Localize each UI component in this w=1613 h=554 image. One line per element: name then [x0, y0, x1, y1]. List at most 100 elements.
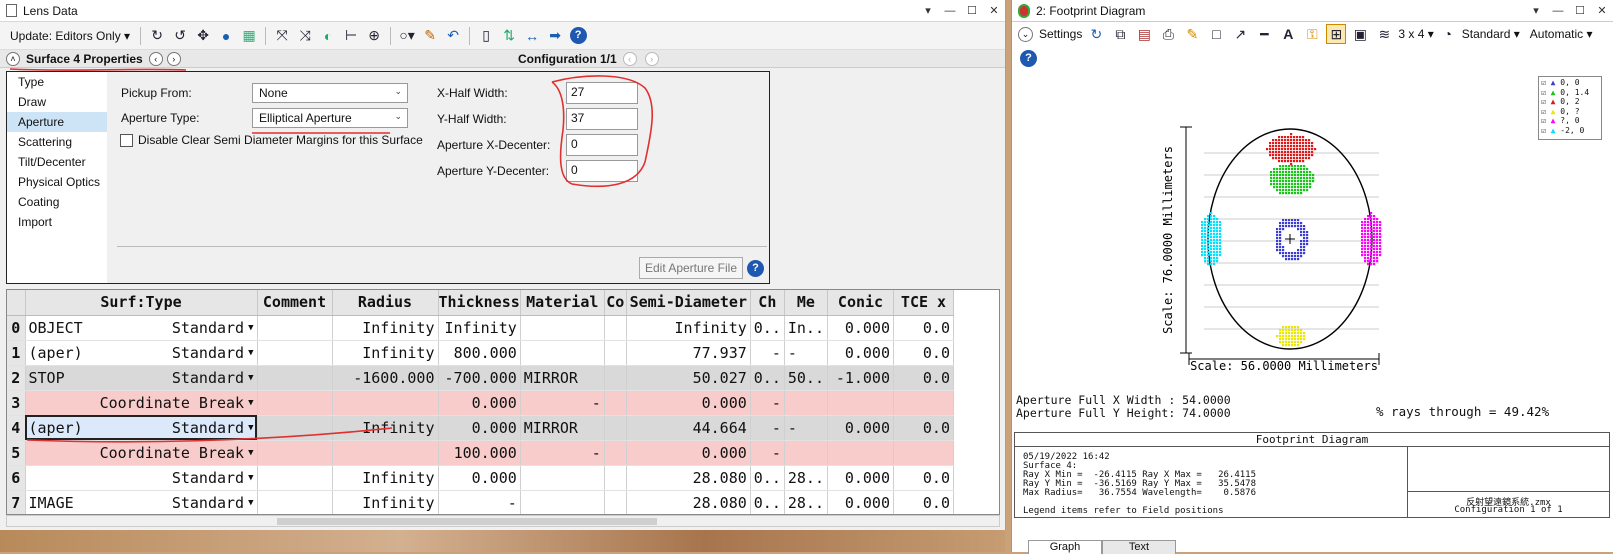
thickness-cell[interactable]: -: [438, 490, 521, 514]
column-header[interactable]: Thickness: [438, 290, 521, 316]
help-icon[interactable]: ?: [1020, 49, 1037, 67]
column-header[interactable]: Material: [520, 290, 605, 316]
pickup-select[interactable]: None ⌄: [252, 83, 408, 103]
co-cell[interactable]: [604, 465, 627, 491]
category-aperture[interactable]: Aperture: [7, 112, 107, 132]
disable-margins-checkbox[interactable]: [120, 134, 133, 147]
table-row[interactable]: 3 Coordinate Break ▼ 0.000-0.000-: [7, 390, 954, 416]
conic-cell[interactable]: 0.000: [827, 315, 894, 341]
tilt-icon[interactable]: ⤧: [272, 26, 292, 46]
column-header[interactable]: TCE x: [893, 290, 954, 316]
map-icon[interactable]: ▦: [239, 26, 259, 46]
material-cell[interactable]: [520, 315, 605, 341]
thickness-cell[interactable]: 0.000: [438, 415, 521, 441]
conic-cell[interactable]: 0.000: [827, 465, 894, 491]
tce-cell[interactable]: 0.0: [893, 465, 954, 491]
semi-diameter-cell[interactable]: 0.000: [626, 440, 751, 466]
column-header[interactable]: Comment: [257, 290, 333, 316]
conic-cell[interactable]: 0.000: [827, 490, 894, 514]
column-header[interactable]: Ch: [750, 290, 785, 316]
arrow-right-icon[interactable]: ➡: [545, 26, 565, 46]
semi-diameter-cell[interactable]: Infinity: [626, 315, 751, 341]
minimize-button[interactable]: —: [1547, 5, 1569, 17]
ch-cell[interactable]: 0..: [750, 490, 785, 514]
help-icon[interactable]: ?: [747, 260, 764, 277]
dropdown-icon[interactable]: ▾: [917, 4, 939, 17]
clock-icon[interactable]: ◔: [1438, 24, 1458, 44]
lens-icon[interactable]: ◐: [318, 26, 338, 46]
table-row[interactable]: 2 STOP Standard ▼ -1600.000 -700.000 MIRROR 50.…: [7, 365, 954, 391]
globe-icon[interactable]: ●: [216, 26, 236, 46]
help-icon[interactable]: ?: [568, 26, 588, 46]
column-header[interactable]: Surf:Type: [25, 290, 258, 316]
lock-icon[interactable]: ⚿: [1302, 24, 1322, 44]
next-config-button[interactable]: ›: [644, 51, 659, 66]
close-button[interactable]: ✕: [983, 4, 1005, 17]
refresh-all-icon[interactable]: ↻: [147, 26, 167, 46]
co-cell[interactable]: [604, 340, 627, 366]
automatic-dropdown[interactable]: Automatic ▾: [1530, 27, 1593, 41]
radius-cell[interactable]: [332, 390, 439, 416]
x-half-width-input[interactable]: 27: [566, 82, 638, 104]
page-icon[interactable]: ▯: [476, 26, 496, 46]
settings-button[interactable]: Settings: [1039, 27, 1082, 41]
minimize-button[interactable]: —: [939, 5, 961, 17]
expand-icon[interactable]: ↔: [522, 26, 542, 46]
surface-type-cell[interactable]: Coordinate Break ▼: [25, 390, 258, 416]
y-decenter-input[interactable]: 0: [566, 160, 638, 182]
ch-cell[interactable]: -: [750, 390, 785, 416]
co-cell[interactable]: [604, 440, 627, 466]
brush-icon[interactable]: ✎: [420, 26, 440, 46]
tce-cell[interactable]: 0.0: [893, 415, 954, 441]
type-dropdown-icon[interactable]: ▼: [248, 348, 253, 358]
type-dropdown-icon[interactable]: ▼: [248, 473, 253, 483]
tce-cell[interactable]: 0.0: [893, 340, 954, 366]
grid-icon[interactable]: ⊞: [1326, 24, 1347, 44]
layers-icon[interactable]: ≋: [1374, 24, 1394, 44]
radius-cell[interactable]: Infinity: [332, 315, 439, 341]
decenter-icon[interactable]: ⤨: [295, 26, 315, 46]
me-cell[interactable]: -: [784, 415, 829, 441]
tce-cell[interactable]: 0.0: [893, 365, 954, 391]
pencil-icon[interactable]: ✎: [1182, 24, 1202, 44]
refresh-icon[interactable]: ↻: [1086, 24, 1106, 44]
copy-icon[interactable]: ⧉: [1110, 24, 1130, 44]
column-header[interactable]: Semi-Diameter: [626, 290, 751, 316]
semi-diameter-cell[interactable]: 28.080: [626, 490, 751, 514]
close-button[interactable]: ✕: [1591, 4, 1613, 17]
tce-cell[interactable]: [893, 390, 954, 416]
comment-cell[interactable]: [257, 490, 333, 514]
table-row[interactable]: 6 Standard ▼ Infinity 0.000 28.080 0.. 28.. 0.00…: [7, 465, 954, 491]
category-physical-optics[interactable]: Physical Optics: [7, 172, 107, 192]
surface-type-cell[interactable]: (aper) Standard ▼: [25, 340, 258, 366]
me-cell[interactable]: 28..: [784, 490, 829, 514]
radius-cell[interactable]: Infinity: [332, 340, 439, 366]
type-dropdown-icon[interactable]: ▼: [248, 398, 253, 408]
me-cell[interactable]: -: [784, 340, 829, 366]
co-cell[interactable]: [604, 365, 627, 391]
semi-diameter-cell[interactable]: 44.664: [626, 415, 751, 441]
rectangle-icon[interactable]: □: [1206, 24, 1226, 44]
thickness-cell[interactable]: 100.000: [438, 440, 521, 466]
maximize-button[interactable]: ☐: [1569, 4, 1591, 17]
edit-aperture-file-button[interactable]: Edit Aperture File: [639, 257, 743, 279]
comment-cell[interactable]: [257, 465, 333, 491]
conic-cell[interactable]: [827, 390, 894, 416]
co-cell[interactable]: [604, 490, 627, 514]
ch-cell[interactable]: 0..: [750, 365, 785, 391]
ch-cell[interactable]: -: [750, 415, 785, 441]
thickness-cell[interactable]: -700.000: [438, 365, 521, 391]
circle-dropdown-icon[interactable]: ○▾: [397, 26, 417, 46]
dropdown-icon[interactable]: ▾: [1525, 4, 1547, 17]
conic-cell[interactable]: [827, 440, 894, 466]
comment-cell[interactable]: [257, 340, 333, 366]
save-icon[interactable]: ▤: [1134, 24, 1154, 44]
column-header[interactable]: Co: [604, 290, 627, 316]
thickness-cell[interactable]: 800.000: [438, 340, 521, 366]
table-row[interactable]: 7 IMAGE Standard ▼ Infinity -28.080 0.. 28.. 0.0…: [7, 490, 954, 514]
comment-cell[interactable]: [257, 390, 333, 416]
semi-diameter-cell[interactable]: 77.937: [626, 340, 751, 366]
radius-cell[interactable]: Infinity: [332, 465, 439, 491]
next-surface-button[interactable]: ›: [166, 51, 181, 66]
swap-icon[interactable]: ⇅: [499, 26, 519, 46]
